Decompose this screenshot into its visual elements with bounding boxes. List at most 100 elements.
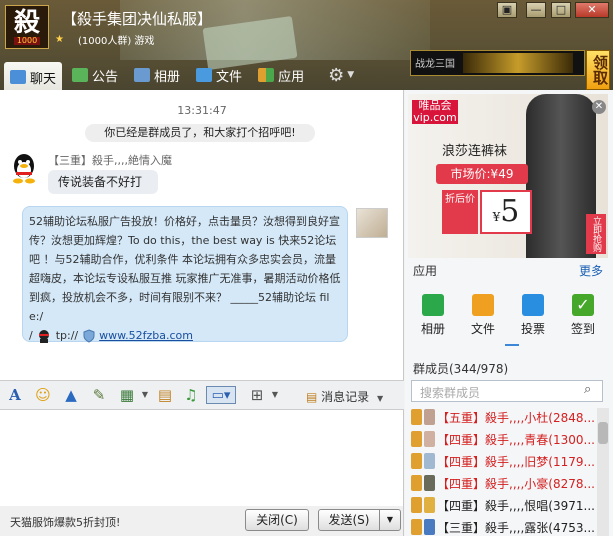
member-name: 殺手,,,,小豪(8278... [485, 476, 595, 491]
member-badge-icon [411, 453, 423, 469]
app-file[interactable]: 文件 [463, 294, 503, 337]
more-dropdown-icon[interactable]: ▼ [266, 386, 284, 404]
member-avatar [424, 475, 436, 491]
vip-logo: 唯品会 vip.com [412, 99, 458, 124]
tab-album[interactable]: 相册 [128, 62, 186, 88]
image-dropdown-icon[interactable]: ▼ [136, 386, 154, 404]
member-badge-icon [411, 497, 423, 513]
member-row[interactable]: 【四重】 殺手,,,,恨唱(3971... [405, 494, 595, 516]
app-checkin-label: 签到 [570, 322, 595, 336]
discount-price: ¥5 [480, 190, 532, 234]
system-message: 你已经是群成员了，和大家打个招呼吧! [85, 124, 315, 142]
minimize-button[interactable]: — [526, 2, 546, 18]
history-icon: ▤ [306, 390, 318, 404]
close-window-button[interactable]: ✕ [575, 2, 609, 18]
member-row[interactable]: 【四重】 殺手,,,,旧梦(1179... [405, 450, 595, 472]
claim-button[interactable]: 领取 [586, 50, 610, 90]
right-panel: 唯品会 vip.com 浪莎连裤袜 市场价:¥49 折后价 ¥5 立即抢购 ✕ … [405, 90, 613, 536]
penguin-avatar-icon[interactable] [10, 152, 38, 184]
members-title: 群成员(344/978) [413, 362, 509, 376]
announce-icon [72, 68, 89, 82]
message-history-button[interactable]: ▤ 消息记录 ▼ [306, 388, 383, 405]
member-search-input[interactable]: 搜索群成员 ⌕ [411, 380, 603, 402]
member-badge-icon [411, 431, 423, 447]
promo-link[interactable]: 天猫服饰爆款5折封顶! [10, 514, 120, 530]
member-rank: 【五重】 [437, 410, 486, 425]
note-icon[interactable]: ✎ [90, 386, 108, 404]
my-avatar[interactable] [356, 208, 388, 238]
tab-files[interactable]: 文件 [190, 62, 248, 88]
bottom-bar: 天猫服饰爆款5折封顶! 关闭(C) 发送(S) ▼ [0, 506, 404, 536]
shake-icon[interactable]: ▲ [62, 386, 80, 404]
member-rank: 【四重】 [437, 432, 486, 447]
close-ad-icon[interactable]: ✕ [592, 100, 606, 114]
image-icon[interactable]: ▦ [118, 386, 136, 404]
scrollbar-thumb[interactable] [598, 422, 608, 444]
star-icon: ★ [55, 34, 64, 45]
screen-icon[interactable]: ▭▾ [206, 386, 236, 404]
apps-page-indicator[interactable] [505, 344, 519, 346]
member-name: 殺手,,,,旧梦(1179... [485, 454, 595, 469]
message-input[interactable] [0, 410, 404, 506]
group-name[interactable]: 【殺手集团决仙私服】 [62, 8, 212, 29]
input-toolbar: A ☺ ▲ ✎ ▦ ▼ ▤ ♫ ▭▾ ⊞ ▼ ▤ 消息记录 ▼ [0, 380, 404, 410]
close-button[interactable]: 关闭(C) [245, 509, 309, 531]
music-icon[interactable]: ♫ [182, 386, 200, 404]
send-button[interactable]: 发送(S) [318, 509, 380, 531]
font-icon[interactable]: A [6, 386, 24, 404]
shield-icon [83, 329, 95, 343]
ad-message-bubble: 52辅助论坛私服广告投放！价格好，点击量员？汝想得到良好宣传？汝想更加辉煌？To… [22, 206, 348, 343]
album-app-icon [422, 294, 444, 316]
ad-message-text: 52辅助论坛私服广告投放！价格好，点击量员？汝想得到良好宣传？汝想更加辉煌？To… [29, 215, 341, 323]
send-options-button[interactable]: ▼ [379, 509, 401, 531]
chat-messages[interactable]: 13:31:47 你已经是群成员了，和大家打个招呼吧! 【三重】殺手,,,,絶情… [0, 90, 404, 380]
tab-files-label: 文件 [216, 69, 243, 85]
app-album-label: 相册 [420, 322, 445, 336]
history-label: 消息记录 [321, 390, 370, 404]
member-list-scrollbar[interactable] [597, 408, 609, 536]
member-avatar [424, 453, 436, 469]
settings-menu-button[interactable]: ⚙ ▼ [322, 62, 360, 88]
member-search-placeholder: 搜索群成员 [420, 386, 481, 400]
member-row[interactable]: 【四重】 殺手,,,,青春(1300... [405, 428, 595, 450]
skin-button[interactable]: ▣ [497, 2, 517, 18]
chat-icon [10, 70, 26, 84]
ad-tail-prefix: / [29, 329, 33, 342]
discount-value: 5 [500, 194, 520, 229]
checkin-app-icon: ✓ [572, 294, 594, 316]
app-album[interactable]: 相册 [413, 294, 453, 337]
game-ad-art [463, 53, 573, 73]
member-row[interactable]: 【五重】 殺手,,,,小杜(2848... [405, 406, 595, 428]
member-row[interactable]: 【三重】 殺手,,,,露张(4753... [405, 516, 595, 536]
chevron-down-icon: ▼ [377, 394, 384, 403]
search-icon[interactable]: ⌕ [584, 383, 598, 397]
member-row[interactable]: 【四重】 殺手,,,,小豪(8278... [405, 472, 595, 494]
buy-now-button[interactable]: 立即抢购 [586, 214, 606, 254]
tab-announce[interactable]: 公告 [66, 62, 124, 88]
plus-icon[interactable]: ⊞ [248, 386, 266, 404]
file-app-icon [472, 294, 494, 316]
sender-name[interactable]: 【三重】殺手,,,,絶情入魔 [48, 152, 172, 168]
app-vote[interactable]: 投票 [513, 294, 553, 337]
ad-link[interactable]: www.52fzba.com [99, 329, 193, 342]
app-checkin[interactable]: ✓ 签到 [563, 294, 603, 337]
game-ad-banner[interactable]: 战龙三国 [410, 50, 585, 76]
vip-ad[interactable]: 唯品会 vip.com 浪莎连裤袜 市场价:¥49 折后价 ¥5 立即抢购 ✕ [408, 94, 608, 258]
vote-app-icon [522, 294, 544, 316]
tab-apps[interactable]: 应用 [252, 62, 310, 88]
folder-icon [196, 68, 213, 82]
apps-more-link[interactable]: 更多 [579, 262, 603, 279]
emoji-icon[interactable]: ☺ [34, 386, 52, 404]
game-ad-label: 战龙三国 [415, 59, 455, 70]
chevron-down-icon: ▼ [347, 70, 355, 80]
ad-tail-mid: tp:// [55, 329, 79, 342]
member-avatar [424, 409, 436, 425]
doc-icon[interactable]: ▤ [156, 386, 174, 404]
member-rank: 【四重】 [437, 454, 486, 469]
group-avatar[interactable]: 殺 1000 [5, 5, 49, 49]
maximize-button[interactable]: □ [551, 2, 571, 18]
message-bubble: 传说装备不好打 [48, 170, 158, 194]
discount-tag: 折后价 [442, 190, 478, 234]
tab-chat[interactable]: 聊天 [4, 62, 63, 90]
member-list[interactable]: 【五重】 殺手,,,,小杜(2848... 【四重】 殺手,,,,青春(1300… [405, 406, 595, 536]
